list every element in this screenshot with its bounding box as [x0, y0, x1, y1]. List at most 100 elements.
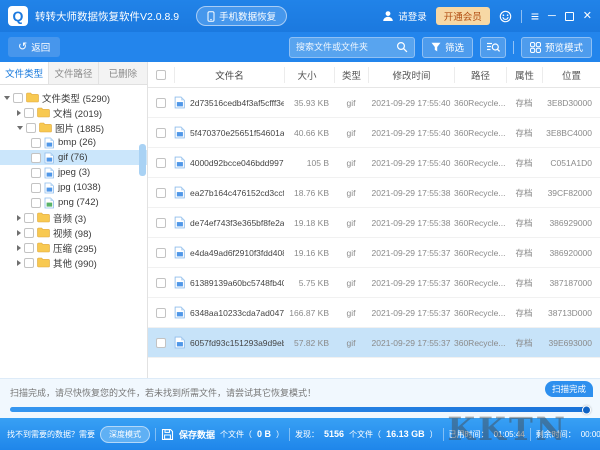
search-icon[interactable]	[396, 41, 408, 53]
checkbox[interactable]	[156, 278, 166, 288]
save-data-label[interactable]: 保存数据	[179, 428, 215, 441]
checkbox[interactable]	[31, 168, 41, 178]
search-input[interactable]	[296, 42, 396, 52]
table-row[interactable]: ea27b164c476152cd3ccf20... 18.76 KB gif …	[148, 178, 600, 208]
tree-item-audio[interactable]: 音频 (3)	[0, 210, 147, 225]
checkbox[interactable]	[156, 128, 166, 138]
preview-mode-button[interactable]: 预览模式	[521, 37, 592, 58]
checkbox[interactable]	[31, 183, 41, 193]
sidebar-scrollbar[interactable]	[139, 144, 146, 176]
remaining-value: 00:00:00	[581, 430, 600, 439]
phone-recovery-button[interactable]: 手机数据恢复	[196, 6, 287, 26]
toolbar-separator	[513, 41, 514, 54]
header-attr[interactable]: 属性	[506, 67, 542, 83]
checkbox[interactable]	[24, 213, 34, 223]
caret-down-icon[interactable]	[17, 126, 23, 130]
maximize-icon[interactable]	[565, 12, 574, 21]
tree-item-bmp[interactable]: bmp (26)	[0, 135, 147, 150]
header-filename[interactable]: 文件名	[174, 67, 284, 83]
tree-item-label: png (742)	[58, 197, 99, 208]
tree-item-video[interactable]: 视频 (98)	[0, 225, 147, 240]
checkbox[interactable]	[26, 123, 36, 133]
search-box[interactable]	[289, 37, 415, 58]
file-path: 360Recycle...	[454, 98, 506, 108]
table-row[interactable]: 4000d92bcce046bdd997eb... 105 B gif 2021…	[148, 148, 600, 178]
checkbox[interactable]	[13, 93, 23, 103]
checkbox[interactable]	[31, 198, 41, 208]
progress-knob	[582, 405, 591, 414]
table-row[interactable]: e4da49ad6f2910f3fdd4083f... 19.16 KB gif…	[148, 238, 600, 268]
tree-item-other[interactable]: 其他 (990)	[0, 255, 147, 270]
caret-right-icon[interactable]	[17, 230, 21, 236]
table-row[interactable]: 5f470370e25651f54601a5a6... 40.66 KB gif…	[148, 118, 600, 148]
select-all-checkbox[interactable]	[156, 70, 166, 80]
file-modified: 2021-09-29 17:55:37	[368, 248, 454, 258]
folder-icon	[37, 257, 50, 268]
file-location: C051A1D0	[542, 158, 600, 168]
login-button[interactable]: 请登录	[382, 9, 427, 23]
checkbox[interactable]	[156, 308, 166, 318]
tree-item-gif[interactable]: gif (76)	[0, 150, 147, 165]
caret-right-icon[interactable]	[17, 215, 21, 221]
folder-icon	[37, 227, 50, 238]
checkbox[interactable]	[31, 138, 41, 148]
vip-button[interactable]: 开通会员	[436, 7, 490, 25]
file-name: 61389139a60bc5748fb40b8...	[190, 278, 284, 288]
table-row-selected[interactable]: 6057fd93c151293a9d9eb32... 57.82 KB gif …	[148, 328, 600, 358]
header-modified[interactable]: 修改时间	[368, 67, 454, 83]
caret-right-icon[interactable]	[17, 260, 21, 266]
caret-down-icon[interactable]	[4, 96, 10, 100]
table-row[interactable]: 61389139a60bc5748fb40b8... 5.75 KB gif 2…	[148, 268, 600, 298]
tree-item-documents[interactable]: 文档 (2019)	[0, 105, 147, 120]
folder-icon	[37, 242, 50, 253]
tree-item-file-types[interactable]: 文件类型 (5290)	[0, 90, 147, 105]
file-size: 19.16 KB	[284, 248, 334, 258]
deep-mode-button[interactable]: 深度模式	[100, 426, 150, 443]
checkbox[interactable]	[24, 108, 34, 118]
checkbox[interactable]	[156, 248, 166, 258]
checkbox[interactable]	[24, 243, 34, 253]
tree-item-archive[interactable]: 压缩 (295)	[0, 240, 147, 255]
content-search-button[interactable]	[480, 37, 506, 58]
caret-right-icon[interactable]	[17, 245, 21, 251]
found-size: 16.13 GB	[386, 429, 425, 439]
checkbox[interactable]	[156, 188, 166, 198]
table-row[interactable]: de74ef743f3e365bf8fe2ad8... 19.18 KB gif…	[148, 208, 600, 238]
minimize-icon[interactable]: ─	[548, 11, 556, 22]
checkbox[interactable]	[156, 338, 166, 348]
header-size[interactable]: 大小	[284, 67, 334, 83]
header-location[interactable]: 位置	[542, 67, 600, 83]
tree-item-jpeg[interactable]: jpeg (3)	[0, 165, 147, 180]
file-size: 5.75 KB	[284, 278, 334, 288]
close-icon[interactable]: ✕	[583, 11, 592, 22]
file-modified: 2021-09-29 17:55:37	[368, 308, 454, 318]
tab-file-path[interactable]: 文件路径	[49, 62, 98, 84]
checkbox[interactable]	[24, 228, 34, 238]
checkbox[interactable]	[156, 98, 166, 108]
elapsed-value: 01:05:44	[494, 430, 525, 439]
folder-icon	[39, 122, 52, 133]
tab-file-type[interactable]: 文件类型	[0, 62, 49, 84]
checkbox[interactable]	[156, 158, 166, 168]
table-row[interactable]: 2d73516cedb4f3af5cfff3e5a... 35.93 KB gi…	[148, 88, 600, 118]
tree-item-images[interactable]: 图片 (1885)	[0, 120, 147, 135]
customer-service-icon[interactable]	[499, 10, 512, 23]
gif-file-icon	[174, 246, 186, 259]
filter-button[interactable]: 筛选	[422, 37, 473, 58]
file-path: 360Recycle...	[454, 158, 506, 168]
tree-item-label: gif (76)	[58, 152, 88, 163]
checkbox[interactable]	[31, 153, 41, 163]
checkbox[interactable]	[24, 258, 34, 268]
tree-item-png[interactable]: png (742)	[0, 195, 147, 210]
file-location: 386929000	[542, 218, 600, 228]
back-button[interactable]: ↺ 返回	[8, 37, 60, 57]
table-row[interactable]: 6348aa10233cda7ad047146... 166.87 KB gif…	[148, 298, 600, 328]
caret-right-icon[interactable]	[17, 110, 21, 116]
tree-item-jpg[interactable]: jpg (1038)	[0, 180, 147, 195]
header-type[interactable]: 类型	[334, 67, 368, 83]
header-path[interactable]: 路径	[454, 67, 506, 83]
tab-deleted[interactable]: 已删除	[99, 62, 147, 84]
checkbox[interactable]	[156, 218, 166, 228]
menu-icon[interactable]: ≡	[531, 9, 539, 23]
preview-mode-label: 预览模式	[545, 40, 583, 54]
